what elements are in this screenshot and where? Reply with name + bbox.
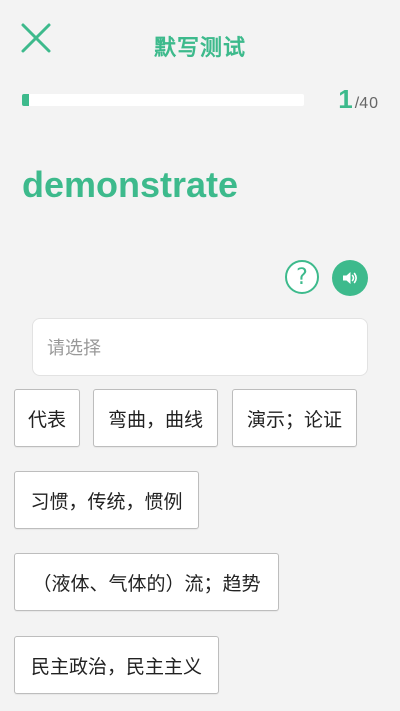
option-button[interactable]: 弯曲，曲线 xyxy=(93,389,218,447)
option-button[interactable]: 习惯，传统，惯例 xyxy=(14,471,199,529)
option-button[interactable]: （液体、气体的）流；趋势 xyxy=(14,553,279,611)
question-counter: 1/40 xyxy=(338,84,379,115)
pronunciation-button[interactable] xyxy=(332,260,368,296)
question-mark-icon: ? xyxy=(296,264,308,290)
answer-input[interactable]: 请选择 xyxy=(32,318,368,376)
answer-placeholder: 请选择 xyxy=(47,338,101,359)
total-questions: 40 xyxy=(359,95,379,112)
progress-fill xyxy=(22,94,30,106)
option-button[interactable]: 代表 xyxy=(14,389,80,447)
current-question-number: 1 xyxy=(338,84,353,114)
help-button[interactable]: ? xyxy=(285,260,319,294)
question-word: demonstrate xyxy=(22,164,239,205)
progress-bar xyxy=(22,94,304,106)
option-button[interactable]: 民主政治，民主主义 xyxy=(14,636,219,694)
top-bar: 默写测试 xyxy=(0,0,400,80)
option-button[interactable]: 演示；论证 xyxy=(232,389,357,447)
speaker-icon xyxy=(343,272,357,284)
page-title: 默写测试 xyxy=(153,36,246,61)
